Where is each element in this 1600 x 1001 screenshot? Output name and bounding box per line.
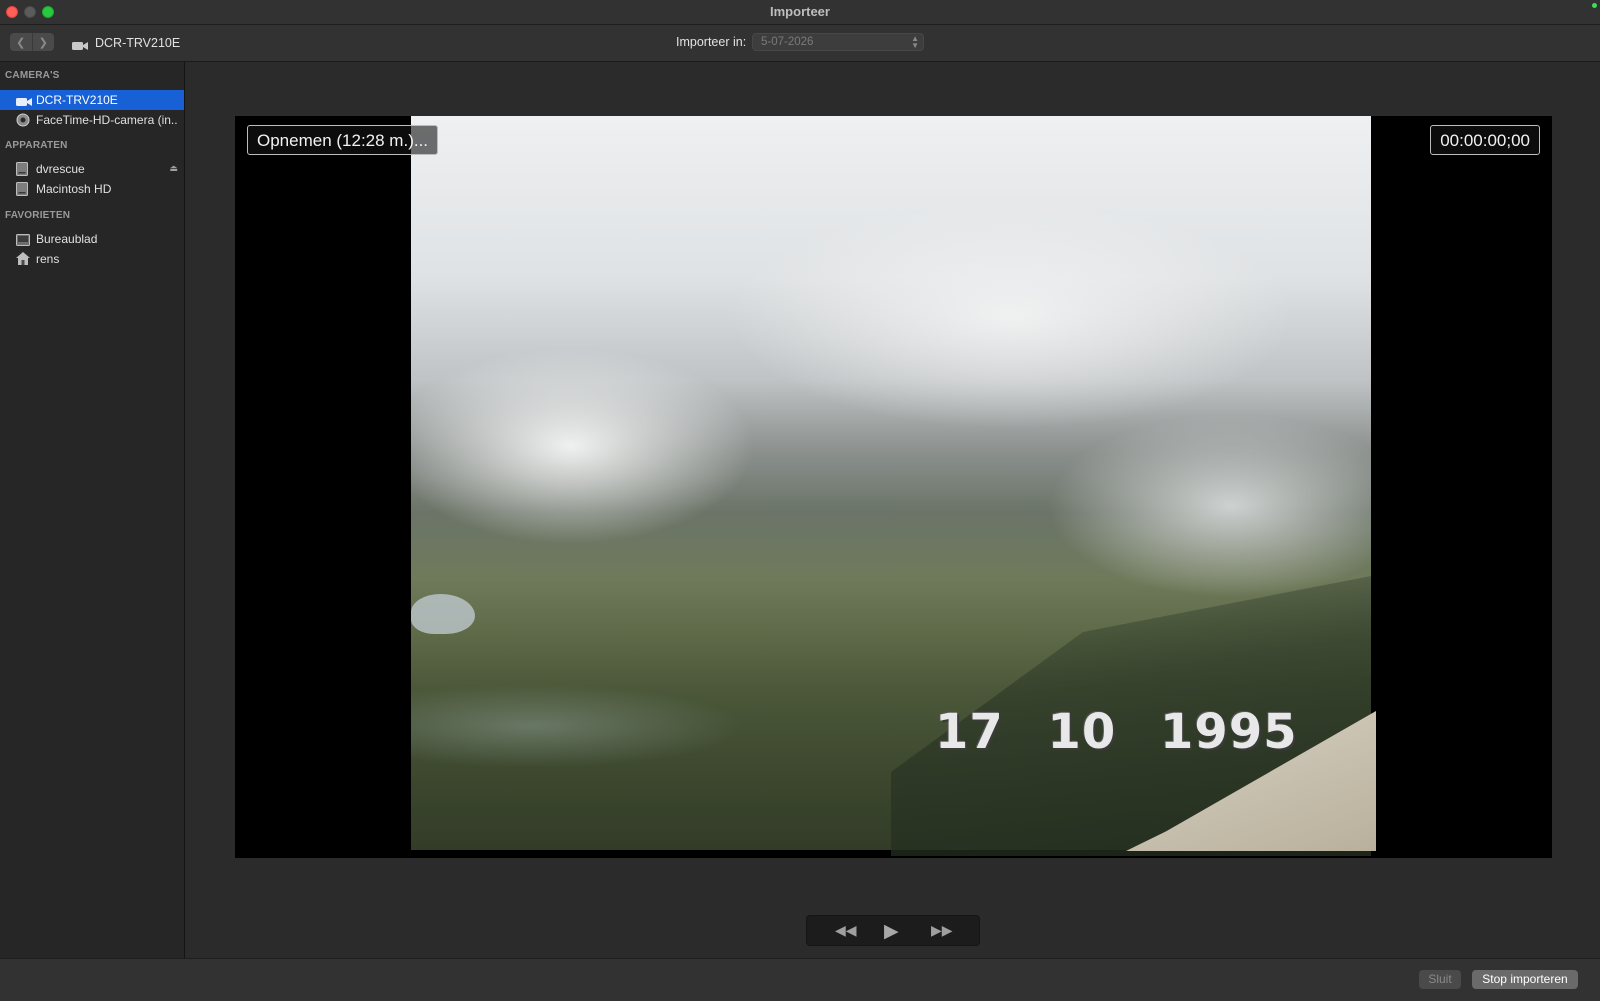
devices-section-header: APPARATEN: [5, 140, 68, 151]
import-destination-select[interactable]: 5-07-2026 ▲ ▼: [752, 33, 924, 51]
timecode-display: 00:00:00;00: [1430, 125, 1540, 155]
toolbar: ❮ ❯ DCR-TRV210E Importeer in: 5-07-2026 …: [0, 25, 1600, 62]
import-destination-value: 5-07-2026: [761, 36, 814, 48]
status-dot-icon: [1592, 3, 1597, 8]
favorites-section-header: FAVORIETEN: [5, 210, 71, 221]
import-destination-label: Importeer in:: [676, 35, 747, 49]
forward-button[interactable]: ❯: [31, 33, 55, 51]
fast-forward-icon[interactable]: ▶▶: [931, 922, 953, 939]
sidebar-item-label: dvrescue: [36, 162, 85, 176]
rewind-icon[interactable]: ◀◀: [835, 922, 857, 939]
video-preview: 17 10 1995 Opnemen (12:28 m.)... 00:00:0…: [235, 116, 1552, 858]
recording-status: Opnemen (12:28 m.)...: [247, 125, 439, 155]
sidebar-item-label: rens: [36, 252, 60, 266]
sidebar-item-bureaublad[interactable]: Bureaublad: [0, 229, 184, 249]
close-button[interactable]: Sluit: [1419, 970, 1461, 989]
sidebar-item-label: Macintosh HD: [36, 182, 112, 196]
camcorder-icon: [72, 38, 88, 56]
device-name: DCR-TRV210E: [95, 36, 181, 50]
window-title: Importeer: [770, 4, 830, 19]
play-icon[interactable]: ▶: [884, 920, 899, 943]
eject-icon[interactable]: ⏏: [169, 163, 178, 174]
chevron-right-icon: ❯: [38, 36, 48, 49]
video-date-stamp: 17 10 1995: [935, 704, 1298, 760]
bottom-bar: Sluit Stop importeren: [0, 958, 1600, 1001]
navigation-buttons: ❮ ❯: [10, 33, 54, 51]
select-arrows-icon: ▲ ▼: [911, 34, 919, 50]
sidebar: CAMERA'S DCR-TRV210E FaceTime-HD-camera …: [0, 62, 185, 958]
stop-import-button[interactable]: Stop importeren: [1472, 970, 1578, 989]
sidebar-item-facetime-camera[interactable]: FaceTime-HD-camera (in...: [0, 110, 184, 130]
sidebar-item-rens[interactable]: rens: [0, 249, 184, 269]
disk-icon: [16, 182, 28, 201]
video-scenery: [411, 594, 475, 634]
cameras-section-header: CAMERA'S: [5, 70, 60, 81]
sidebar-item-dvrescue[interactable]: dvrescue ⏏: [0, 159, 184, 179]
sidebar-item-dcr-trv210e[interactable]: DCR-TRV210E: [0, 90, 184, 110]
home-icon: [16, 252, 30, 270]
sidebar-item-label: Bureaublad: [36, 232, 98, 246]
sidebar-item-label: DCR-TRV210E: [36, 93, 118, 107]
chevron-left-icon: ❮: [16, 36, 26, 49]
sidebar-item-macintosh-hd[interactable]: Macintosh HD: [0, 179, 184, 199]
transport-controls: ◀◀ ▶ ▶▶: [806, 915, 980, 946]
window-titlebar: Importeer: [0, 0, 1600, 25]
webcam-icon: [16, 113, 30, 132]
back-button[interactable]: ❮: [10, 33, 32, 51]
video-frame: 17 10 1995: [411, 116, 1376, 856]
sidebar-item-label: FaceTime-HD-camera (in...: [36, 113, 178, 127]
